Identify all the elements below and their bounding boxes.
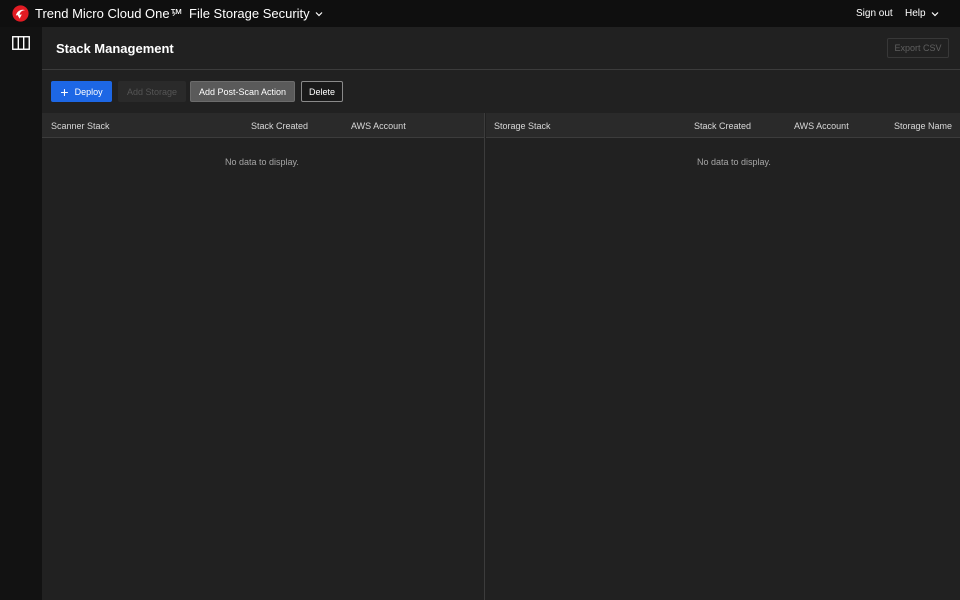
- chevron-down-icon: [315, 11, 323, 16]
- tables-area: Scanner Stack Stack Created AWS Account …: [42, 113, 960, 600]
- main-content: Stack Management Export CSV + Deploy Add…: [42, 27, 960, 600]
- columns-panel-icon[interactable]: [12, 36, 30, 50]
- empty-state-text: No data to display.: [225, 157, 299, 167]
- trend-micro-logo-icon[interactable]: [12, 5, 29, 22]
- deploy-button[interactable]: + Deploy: [51, 81, 112, 102]
- column-header-storage-name[interactable]: Storage Name: [894, 121, 952, 131]
- export-csv-button[interactable]: Export CSV: [887, 38, 949, 58]
- scanner-stack-table: Scanner Stack Stack Created AWS Account …: [42, 113, 485, 600]
- deploy-label: Deploy: [74, 86, 103, 97]
- column-header-stack-created[interactable]: Stack Created: [694, 121, 751, 131]
- help-menu[interactable]: Help: [905, 8, 939, 19]
- breadcrumb-separator: ›: [172, 6, 176, 20]
- product-name: File Storage Security: [189, 6, 310, 21]
- page-header: Stack Management Export CSV: [42, 27, 960, 70]
- help-label: Help: [905, 8, 926, 19]
- storage-stack-table: Storage Stack Stack Created AWS Account …: [486, 113, 960, 600]
- add-post-scan-action-button[interactable]: Add Post-Scan Action: [190, 81, 295, 102]
- sign-out-link[interactable]: Sign out: [856, 8, 893, 19]
- brand-name[interactable]: Trend Micro Cloud One™: [35, 6, 183, 21]
- column-header-aws-account[interactable]: AWS Account: [794, 121, 849, 131]
- product-switcher[interactable]: File Storage Security: [189, 6, 323, 21]
- top-bar: Trend Micro Cloud One™ › File Storage Se…: [0, 0, 960, 27]
- delete-button[interactable]: Delete: [301, 81, 343, 102]
- chevron-down-icon: [931, 11, 939, 16]
- empty-state-text: No data to display.: [697, 157, 771, 167]
- column-header-storage-stack[interactable]: Storage Stack: [494, 121, 551, 131]
- side-nav: [0, 27, 42, 600]
- table-header: Storage Stack Stack Created AWS Account …: [486, 113, 960, 138]
- column-header-scanner-stack[interactable]: Scanner Stack: [51, 121, 110, 131]
- page-title: Stack Management: [56, 41, 174, 56]
- column-header-stack-created[interactable]: Stack Created: [251, 121, 308, 131]
- add-storage-button[interactable]: Add Storage: [118, 81, 186, 102]
- plus-icon: +: [60, 83, 69, 100]
- column-header-aws-account[interactable]: AWS Account: [351, 121, 406, 131]
- table-header: Scanner Stack Stack Created AWS Account: [42, 113, 484, 138]
